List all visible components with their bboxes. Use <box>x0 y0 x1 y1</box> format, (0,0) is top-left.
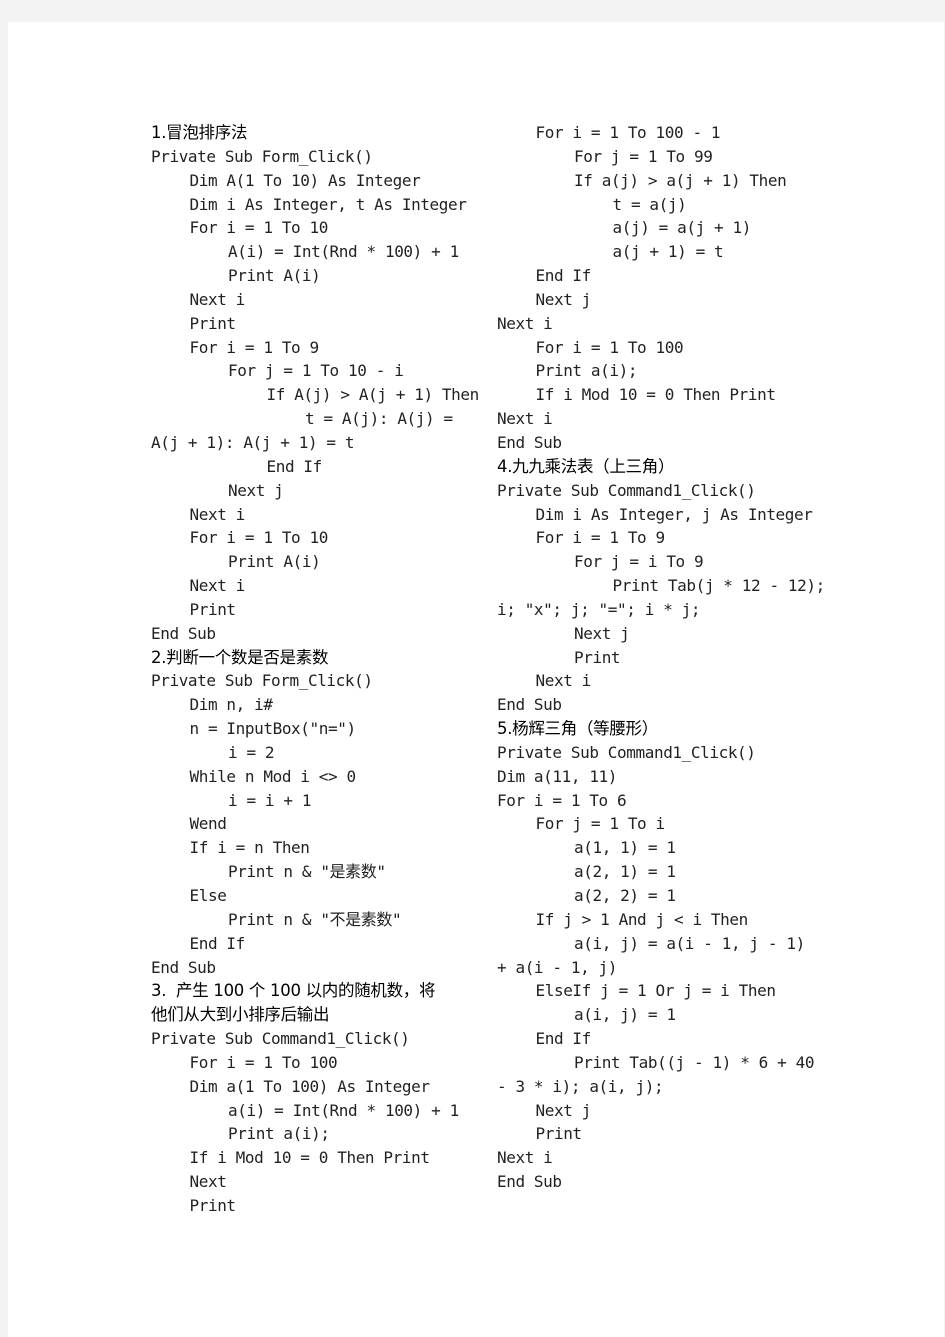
code-line: For j = 1 To i <box>535 814 666 834</box>
code-line: Print <box>574 647 621 667</box>
code-line: For j = 1 To 99 <box>574 146 713 166</box>
code-line: Print Tab(j * 12 - 12); <box>612 576 826 596</box>
left-column: 1.冒泡排序法 Private Sub Form_Click() Dim A(1 T… <box>151 121 481 1218</box>
section-heading: 1.冒泡排序法 <box>151 123 248 142</box>
code-line: a(2, 2) = 1 <box>574 886 676 905</box>
code-line: n = InputBox("n=") <box>189 719 357 739</box>
code-line: While n Mod i <> 0 <box>189 766 357 786</box>
code-line: Next i <box>497 409 553 429</box>
code-line: A(j + 1): A(j + 1) = t <box>151 432 355 452</box>
code-line: i; "x"; j; "="; i * j; <box>497 599 701 619</box>
code-line: End Sub <box>497 432 562 452</box>
code-line: Next i <box>189 289 246 309</box>
code-line: End Sub <box>151 957 216 977</box>
code-line: For j = i To 9 <box>574 552 704 572</box>
code-line: i = i + 1 <box>228 790 312 810</box>
code-line: t = a(j) <box>612 194 687 214</box>
section-heading: 5.杨辉三角（等腰形） <box>497 719 658 739</box>
code-line: If A(j) > A(j + 1) Then <box>266 385 480 405</box>
code-line: Next j <box>574 623 630 643</box>
code-line: Print <box>189 313 237 333</box>
code-line: End Sub <box>497 1172 562 1192</box>
section-heading: 3. 产生 100 个 100 以内的随机数，将 <box>151 981 436 1001</box>
code-line: For i = 1 To 100 - 1 <box>535 123 721 142</box>
code-line: For i = 1 To 6 <box>497 790 627 810</box>
code-line: Next j <box>535 1100 592 1120</box>
code-line: Dim A(1 To 10) As Integer <box>189 170 421 190</box>
code-line: Print A(i) <box>228 266 321 286</box>
code-line: Else <box>189 886 227 905</box>
code-line: Print <box>535 1124 583 1144</box>
code-line: For i = 1 To 100 <box>535 337 684 357</box>
code-line: a(2, 1) = 1 <box>574 862 676 882</box>
code-line: Private Sub Command1_Click() <box>151 1029 410 1049</box>
code-line: a(i, j) = 1 <box>574 1005 676 1025</box>
section-heading: 4.九九乘法表（上三角） <box>497 456 675 476</box>
code-line: If j > 1 And j < i Then <box>535 909 749 929</box>
code-line: Dim n, i# <box>189 695 274 715</box>
code-line: For i = 1 To 10 <box>189 528 329 548</box>
code-line: End If <box>266 456 323 476</box>
code-line: For i = 1 To 9 <box>535 528 666 548</box>
code-line: + a(i - 1, j) <box>497 957 618 977</box>
code-line: Private Sub Command1_Click() <box>497 480 756 500</box>
code-line: Print a(i); <box>535 361 638 381</box>
code-line: Dim a(1 To 100) As Integer <box>189 1076 430 1096</box>
code-line: Next i <box>497 313 553 333</box>
code-line: For i = 1 To 9 <box>189 337 320 357</box>
code-line: End If <box>535 266 592 286</box>
code-line: Wend <box>189 814 227 834</box>
code-line: If i Mod 10 = 0 Then Print <box>535 385 776 405</box>
code-line: Print <box>189 1195 237 1215</box>
code-line: Next i <box>189 504 246 524</box>
code-line: End Sub <box>151 623 216 643</box>
code-line: End Sub <box>497 695 562 715</box>
code-line: Dim i As Integer, j As Integer <box>535 504 813 524</box>
code-line: Next j <box>228 480 284 500</box>
code-line: Next <box>189 1172 227 1192</box>
code-line: For j = 1 To 10 - i <box>228 361 404 381</box>
code-line: If i = n Then <box>189 838 310 858</box>
code-line: Dim a(11, 11) <box>497 766 618 786</box>
code-line: End If <box>535 1029 592 1049</box>
right-column: For i = 1 To 100 - 1 For j = 1 To 99 If a(… <box>497 121 827 1194</box>
code-line: A(i) = Int(Rnd * 100) + 1 <box>228 242 459 262</box>
code-line: Print Tab((j - 1) * 6 + 40 <box>574 1052 815 1072</box>
code-line: t = A(j): A(j) = <box>305 409 453 429</box>
code-line: Next i <box>189 576 246 596</box>
code-line: For i = 1 To 100 <box>189 1052 338 1072</box>
code-line: If a(j) > a(j + 1) Then <box>574 170 787 190</box>
code-line: For i = 1 To 10 <box>189 218 329 238</box>
code-line: End If <box>189 933 246 953</box>
code-line: Print A(i) <box>228 552 321 572</box>
code-line: i = 2 <box>228 742 275 762</box>
code-line: a(j) = a(j + 1) <box>612 218 752 238</box>
code-line: Print a(i); <box>228 1124 330 1144</box>
code-line: Next j <box>535 289 592 309</box>
code-line: - 3 * i); a(i, j); <box>497 1076 664 1096</box>
code-line: a(i, j) = a(i - 1, j - 1) <box>574 933 805 953</box>
code-line: Next i <box>497 1148 553 1168</box>
code-line: Print n & "是素数" <box>228 862 386 882</box>
code-line: Next i <box>535 671 592 691</box>
code-line: Dim i As Integer, t As Integer <box>189 194 467 214</box>
code-line: Print n & "不是素数" <box>228 909 402 929</box>
code-line: a(i) = Int(Rnd * 100) + 1 <box>228 1100 459 1120</box>
section-heading: 2.判断一个数是否是素数 <box>151 647 329 667</box>
code-line: Private Sub Command1_Click() <box>497 742 756 762</box>
document-page: 1.冒泡排序法 Private Sub Form_Click() Dim A(1 T… <box>8 22 944 1337</box>
code-line: Private Sub Form_Click() <box>151 671 373 691</box>
code-line: If i Mod 10 = 0 Then Print <box>189 1148 430 1168</box>
code-line: Print <box>189 599 237 619</box>
code-line: a(j + 1) = t <box>612 242 724 262</box>
code-line: Private Sub Form_Click() <box>151 146 373 166</box>
section-heading: 他们从大到小排序后输出 <box>151 1005 330 1025</box>
code-line: a(1, 1) = 1 <box>574 838 676 858</box>
code-line: ElseIf j = 1 Or j = i Then <box>535 981 776 1001</box>
